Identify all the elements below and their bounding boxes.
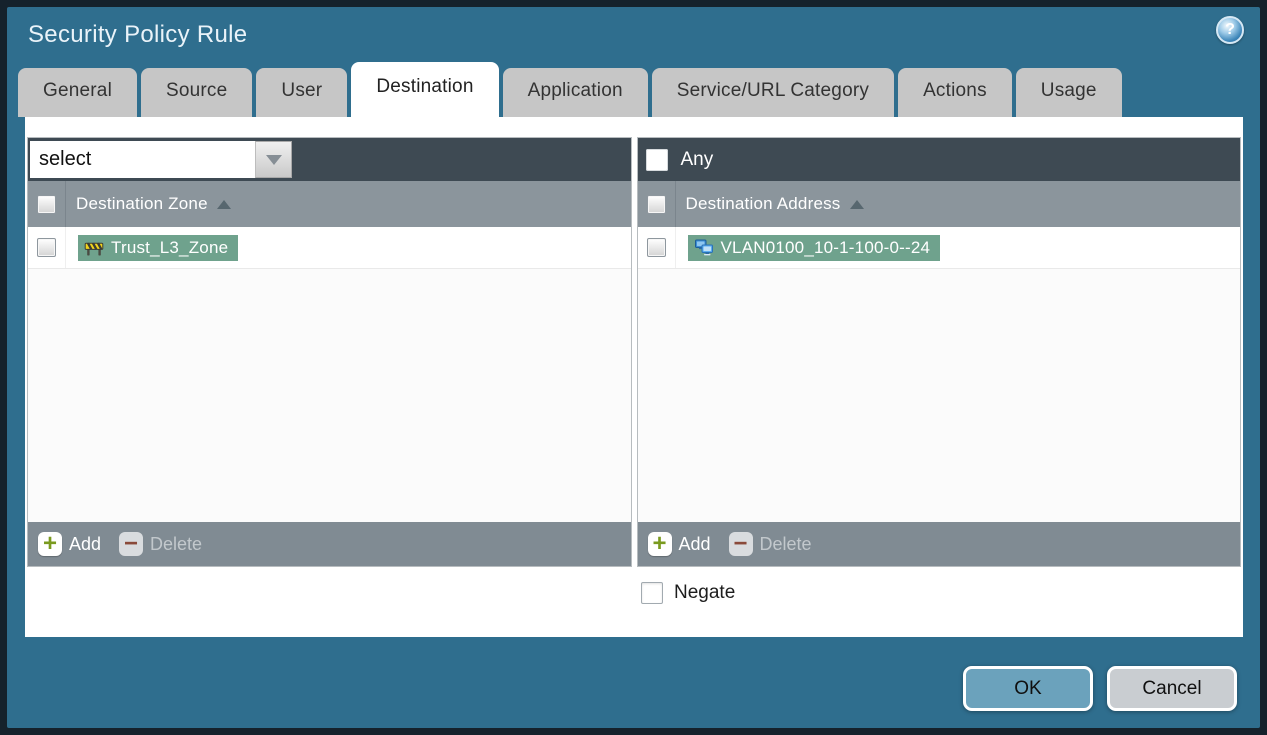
dialog-title: Security Policy Rule (28, 20, 248, 48)
address-item[interactable]: VLAN0100_10-1-100-0--24 (687, 234, 941, 261)
address-list: VLAN0100_10-1-100-0--24 (637, 227, 1240, 522)
zone-select-dropdown-button[interactable] (255, 141, 292, 178)
zone-delete-button[interactable]: − Delete (119, 532, 202, 556)
panels-row: select Destination Zone Trust_L3_Zone + … (25, 117, 1243, 567)
address-delete-label: Delete (759, 533, 812, 554)
address-header-checkbox-cell (638, 181, 676, 227)
dialog-footer: OK Cancel (963, 666, 1237, 711)
tab-source[interactable]: Source (141, 68, 253, 117)
zone-delete-label: Delete (150, 533, 203, 554)
zone-table-header: Destination Zone (28, 181, 631, 227)
address-table-header: Destination Address (637, 181, 1240, 227)
address-row-checkbox-cell (638, 227, 676, 268)
add-icon: + (647, 532, 672, 556)
delete-icon: − (119, 532, 144, 556)
any-checkbox[interactable] (645, 148, 668, 171)
tab-usage[interactable]: Usage (1015, 68, 1122, 117)
zone-icon (84, 238, 104, 258)
zone-item[interactable]: Trust_L3_Zone (78, 234, 239, 261)
zone-header-checkbox-cell (28, 181, 66, 227)
tab-service-url-category[interactable]: Service/URL Category (651, 68, 895, 117)
sort-ascending-icon[interactable] (216, 199, 231, 209)
address-select-all-checkbox[interactable] (646, 194, 666, 214)
zone-add-button[interactable]: + Add (38, 532, 101, 556)
add-icon: + (38, 532, 62, 556)
help-icon[interactable]: ? (1216, 16, 1244, 44)
any-toggle[interactable]: Any (645, 148, 714, 171)
tab-bar: General Source User Destination Application S… (7, 62, 1260, 117)
negate-label: Negate (674, 582, 736, 603)
zone-select-all-checkbox[interactable] (37, 194, 56, 214)
address-add-label: Add (678, 533, 711, 554)
address-item-label: VLAN0100_10-1-100-0--24 (720, 237, 931, 257)
destination-zone-panel: select Destination Zone Trust_L3_Zone + … (27, 137, 632, 567)
zone-add-label: Add (69, 533, 102, 554)
zone-panel-footer: + Add − Delete (28, 522, 631, 566)
sort-ascending-icon[interactable] (849, 199, 864, 209)
titlebar: Security Policy Rule ? (7, 7, 1260, 62)
tab-application[interactable]: Application (502, 68, 648, 117)
delete-icon: − (728, 532, 753, 556)
zone-panel-toolbar: select (28, 138, 631, 181)
zone-item-label: Trust_L3_Zone (111, 237, 229, 257)
tab-general[interactable]: General (18, 68, 137, 117)
zone-list: Trust_L3_Zone (28, 227, 631, 522)
negate-checkbox[interactable] (641, 582, 663, 604)
zone-row-checkbox[interactable] (37, 238, 56, 257)
tab-actions[interactable]: Actions (898, 68, 1012, 117)
network-address-icon (694, 238, 714, 258)
cancel-button[interactable]: Cancel (1107, 666, 1237, 711)
address-add-button[interactable]: + Add (647, 532, 711, 556)
destination-address-panel: Any Destination Address VLAN0100_10-1-10… (636, 137, 1241, 567)
tab-user[interactable]: User (256, 68, 348, 117)
tab-destination[interactable]: Destination (351, 62, 499, 117)
zone-select-input[interactable]: select (30, 141, 255, 178)
address-column-header[interactable]: Destination Address (686, 194, 841, 214)
table-row[interactable]: VLAN0100_10-1-100-0--24 (637, 227, 1240, 269)
table-row[interactable]: Trust_L3_Zone (28, 227, 631, 269)
negate-toggle[interactable]: Negate (641, 582, 1243, 604)
address-panel-footer: + Add − Delete (637, 522, 1240, 566)
any-label: Any (680, 148, 714, 170)
zone-row-checkbox-cell (28, 227, 66, 268)
dialog-outer-border: Security Policy Rule ? General Source User… (0, 0, 1267, 735)
security-policy-rule-dialog: Security Policy Rule ? General Source User… (7, 7, 1260, 728)
address-delete-button[interactable]: − Delete (728, 532, 812, 556)
address-panel-toolbar: Any (637, 138, 1240, 181)
zone-column-header[interactable]: Destination Zone (76, 194, 208, 214)
tab-content-destination: select Destination Zone Trust_L3_Zone + … (25, 117, 1243, 637)
ok-button[interactable]: OK (963, 666, 1093, 711)
address-row-checkbox[interactable] (646, 238, 666, 257)
chevron-down-icon (265, 154, 282, 165)
zone-select-combo[interactable]: select (30, 141, 292, 178)
